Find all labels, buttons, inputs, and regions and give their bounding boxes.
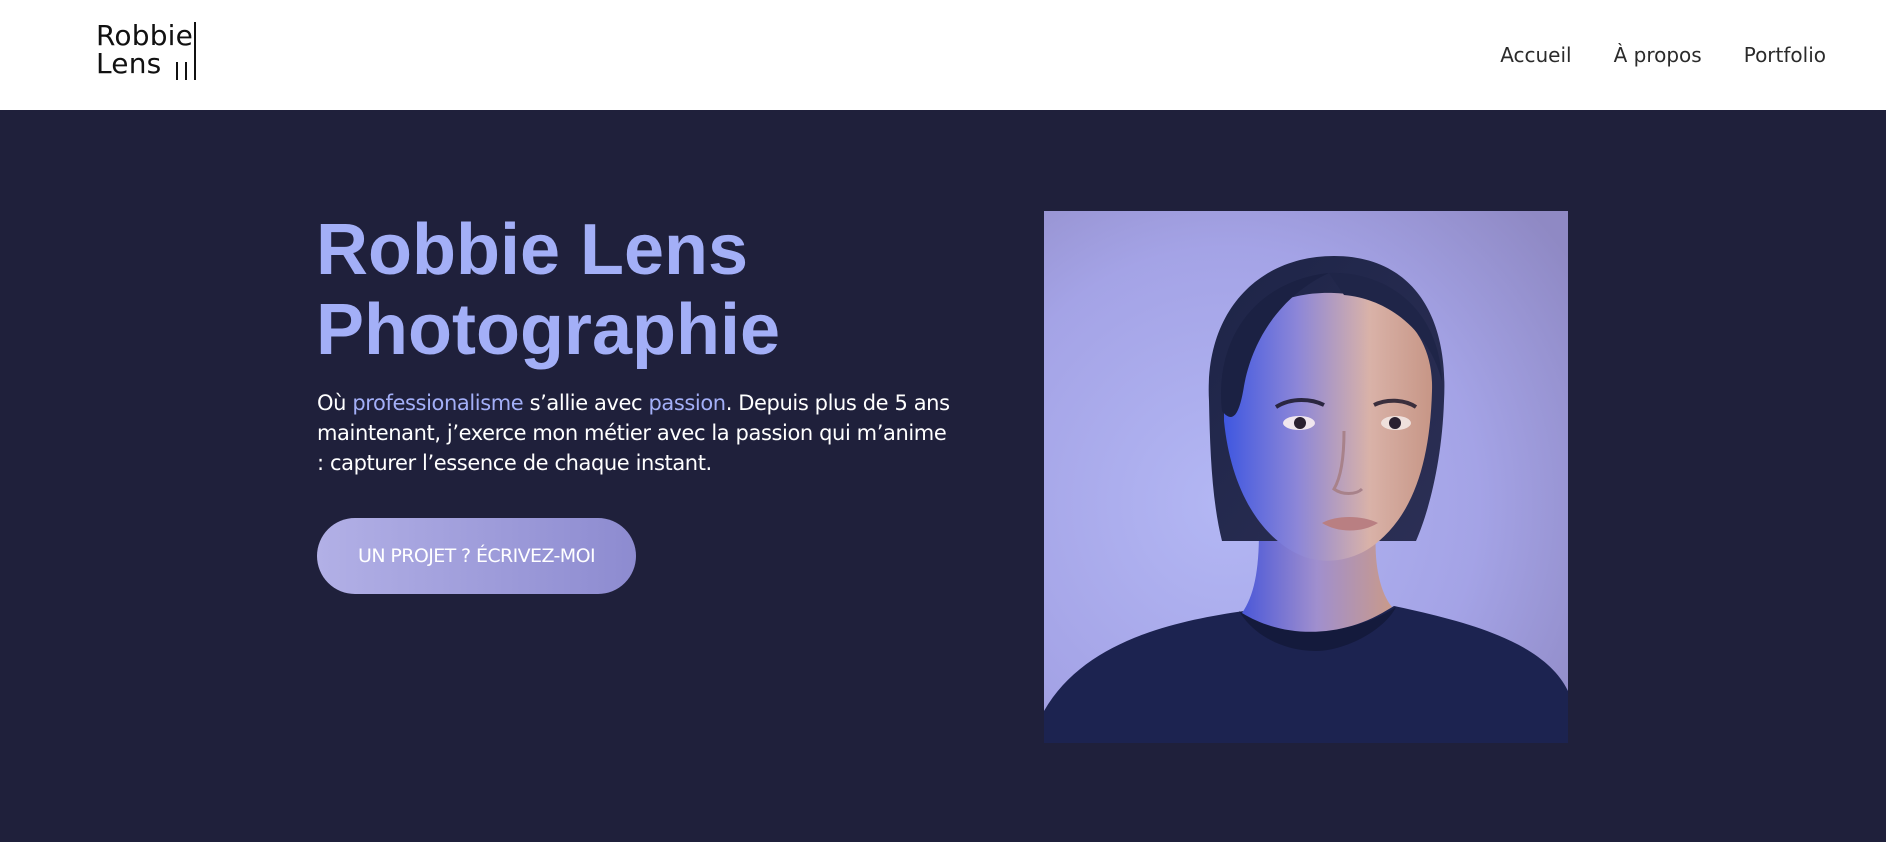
hero-highlight-professionalisme: professionalisme (352, 391, 524, 415)
hero-title: Robbie Lens Photographie (316, 210, 956, 370)
portrait-illustration (1044, 211, 1568, 743)
nav-link-accueil[interactable]: Accueil (1500, 43, 1571, 67)
hero-section: Robbie Lens Photographie Où professional… (0, 110, 1886, 842)
site-header: Robbie Lens Accueil À propos Portfolio (0, 0, 1886, 110)
logo[interactable]: Robbie Lens (96, 22, 206, 82)
logo-bars-icon (174, 22, 200, 80)
hero-text-part2: s’allie avec (523, 391, 649, 415)
contact-cta-button[interactable]: UN PROJET ? ÉCRIVEZ-MOI (317, 518, 636, 594)
hero-description: Où professionalisme s’allie avec passion… (317, 388, 957, 478)
hero-title-line2: Photographie (316, 290, 780, 370)
nav-link-portfolio[interactable]: Portfolio (1744, 43, 1826, 67)
hero-title-line1: Robbie Lens (316, 210, 749, 290)
main-nav: Accueil À propos Portfolio (1500, 0, 1826, 110)
logo-text-line2: Lens (96, 47, 162, 80)
nav-link-a-propos[interactable]: À propos (1614, 43, 1702, 67)
hero-text-part1: Où (317, 391, 353, 415)
hero-highlight-passion: passion (648, 391, 726, 415)
portrait-photo (1044, 211, 1568, 743)
